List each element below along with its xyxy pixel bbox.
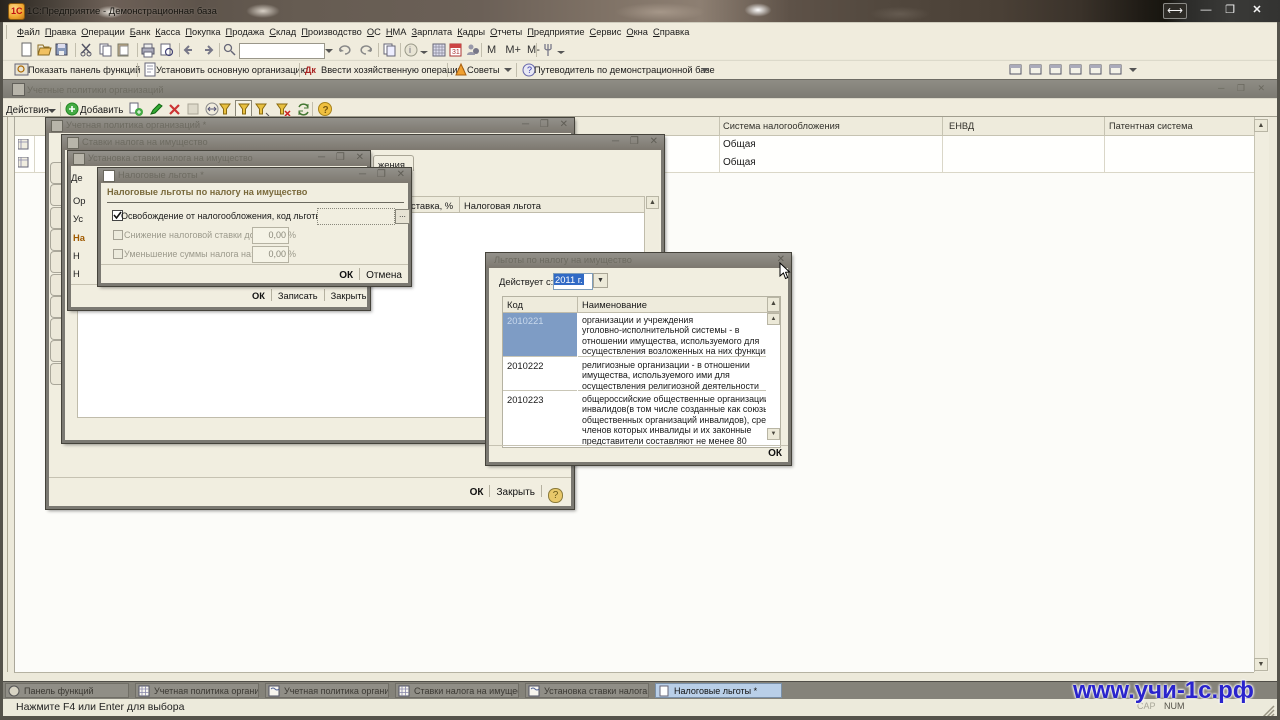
svg-text:?: ?: [323, 105, 329, 116]
svg-text:i: i: [409, 45, 411, 55]
svg-text:31: 31: [452, 49, 460, 56]
svg-text:?: ?: [527, 65, 532, 75]
svg-text:Дк: Дк: [305, 65, 316, 75]
